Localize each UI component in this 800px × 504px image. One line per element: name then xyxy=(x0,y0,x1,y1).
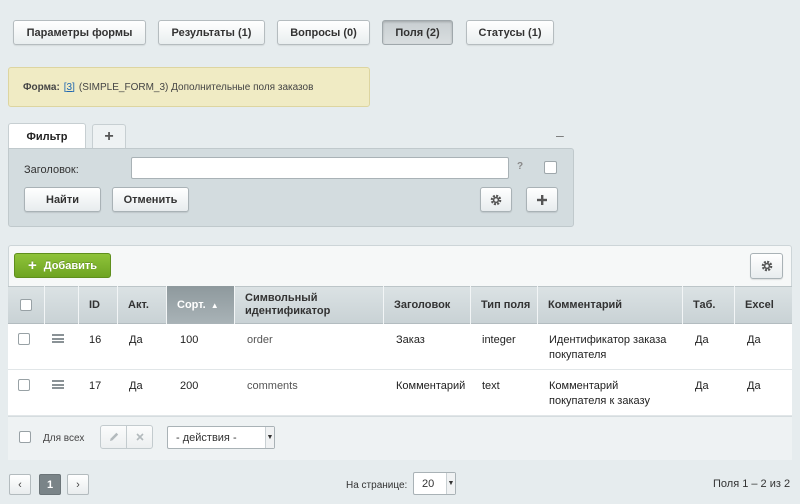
row-title: Комментарий xyxy=(396,380,466,392)
row-tab: Да xyxy=(695,380,709,392)
tab-results[interactable]: Результаты (1) xyxy=(158,20,265,45)
notice-form-link[interactable]: [3] xyxy=(64,82,75,93)
page-1-button[interactable]: 1 xyxy=(39,474,61,495)
header-code[interactable]: Символьный идентификатор xyxy=(234,286,383,324)
header-title[interactable]: Заголовок xyxy=(383,286,470,324)
for-all-checkbox[interactable] xyxy=(19,431,31,443)
filter-add-button[interactable] xyxy=(526,187,558,212)
row-excel: Да xyxy=(747,380,761,392)
next-page-button[interactable]: › xyxy=(67,474,89,495)
filter-tab[interactable]: Фильтр xyxy=(8,123,86,149)
per-page-label: На странице: xyxy=(346,480,408,491)
header-sort-label: Сорт. xyxy=(177,298,206,311)
actions-select-value: - действия - xyxy=(176,431,237,444)
chevron-down-icon: ▼ xyxy=(265,427,274,448)
header-id[interactable]: ID xyxy=(78,286,117,324)
row-type: text xyxy=(482,380,500,392)
chevron-down-icon: ▼ xyxy=(446,473,455,494)
row-checkbox[interactable] xyxy=(18,333,30,345)
pencil-icon xyxy=(109,432,118,441)
row-comment: Комментарий покупателя к заказу xyxy=(549,380,650,407)
row-active: Да xyxy=(129,380,143,392)
header-sort[interactable]: Сорт. ▲ xyxy=(166,286,234,324)
header-select-all[interactable] xyxy=(8,286,44,324)
row-id: 17 xyxy=(89,380,102,392)
cancel-button[interactable]: Отменить xyxy=(112,187,189,212)
tab-statuses[interactable]: Статусы (1) xyxy=(466,20,554,45)
prev-page-button[interactable]: ‹ xyxy=(9,474,31,495)
row-active: Да xyxy=(129,334,143,346)
gear-icon xyxy=(490,194,502,205)
actions-select[interactable]: - действия - ▼ xyxy=(167,426,275,449)
filter-add-tab-button[interactable]: + xyxy=(92,124,126,148)
header-excel[interactable]: Excel xyxy=(734,286,792,324)
header-drag xyxy=(44,286,78,324)
tab-questions[interactable]: Вопросы (0) xyxy=(277,20,370,45)
notice-text: (SIMPLE_FORM_3) Дополнительные поля зака… xyxy=(78,81,314,93)
per-page-select[interactable]: 20 ▼ xyxy=(413,472,456,495)
row-sort: 200 xyxy=(180,380,199,392)
row-tab: Да xyxy=(695,334,709,346)
for-all-label: Для всех xyxy=(43,433,85,444)
sort-asc-icon: ▲ xyxy=(210,300,219,310)
per-page-value: 20 xyxy=(422,477,435,490)
row-code: order xyxy=(247,334,273,346)
pager-summary: Поля 1 – 2 из 2 xyxy=(713,478,791,490)
row-id: 16 xyxy=(89,334,102,346)
add-button-label: Добавить xyxy=(43,259,98,272)
header-type[interactable]: Тип поля xyxy=(470,286,537,324)
row-type: integer xyxy=(482,334,516,346)
close-icon xyxy=(135,433,144,441)
filter-settings-button[interactable] xyxy=(480,187,512,212)
row-code: comments xyxy=(247,380,298,392)
header-tab[interactable]: Таб. xyxy=(682,286,734,324)
form-notice: Форма: [3] (SIMPLE_FORM_3) Дополнительны… xyxy=(8,67,370,107)
gear-icon xyxy=(761,260,772,272)
tab-fields[interactable]: Поля (2) xyxy=(382,20,453,45)
filter-title-input[interactable] xyxy=(131,157,509,179)
select-all-checkbox[interactable] xyxy=(20,299,32,311)
row-comment: Идентификатор заказа покупателя xyxy=(549,334,667,361)
header-active[interactable]: Акт. xyxy=(117,286,166,324)
filter-title-label: Заголовок: xyxy=(24,164,79,176)
plus-icon: + xyxy=(27,257,37,274)
edit-button[interactable] xyxy=(100,425,127,449)
filter-help-icon[interactable]: ? xyxy=(517,161,523,172)
filter-collapse-button[interactable]: – xyxy=(556,127,564,143)
grid-settings-button[interactable] xyxy=(750,253,783,279)
header-comment[interactable]: Комментарий xyxy=(537,286,682,324)
filter-checkbox[interactable] xyxy=(544,161,557,174)
hamburger-icon[interactable] xyxy=(52,334,64,343)
notice-label: Форма: xyxy=(23,81,60,93)
add-button[interactable]: + Добавить xyxy=(14,253,111,278)
plus-icon xyxy=(537,194,547,205)
tab-form-params[interactable]: Параметры формы xyxy=(13,20,146,45)
row-title: Заказ xyxy=(396,334,425,346)
row-sort: 100 xyxy=(180,334,199,346)
row-checkbox[interactable] xyxy=(18,379,30,391)
delete-button[interactable] xyxy=(126,425,153,449)
hamburger-icon[interactable] xyxy=(52,380,64,389)
row-excel: Да xyxy=(747,334,761,346)
find-button[interactable]: Найти xyxy=(24,187,101,212)
